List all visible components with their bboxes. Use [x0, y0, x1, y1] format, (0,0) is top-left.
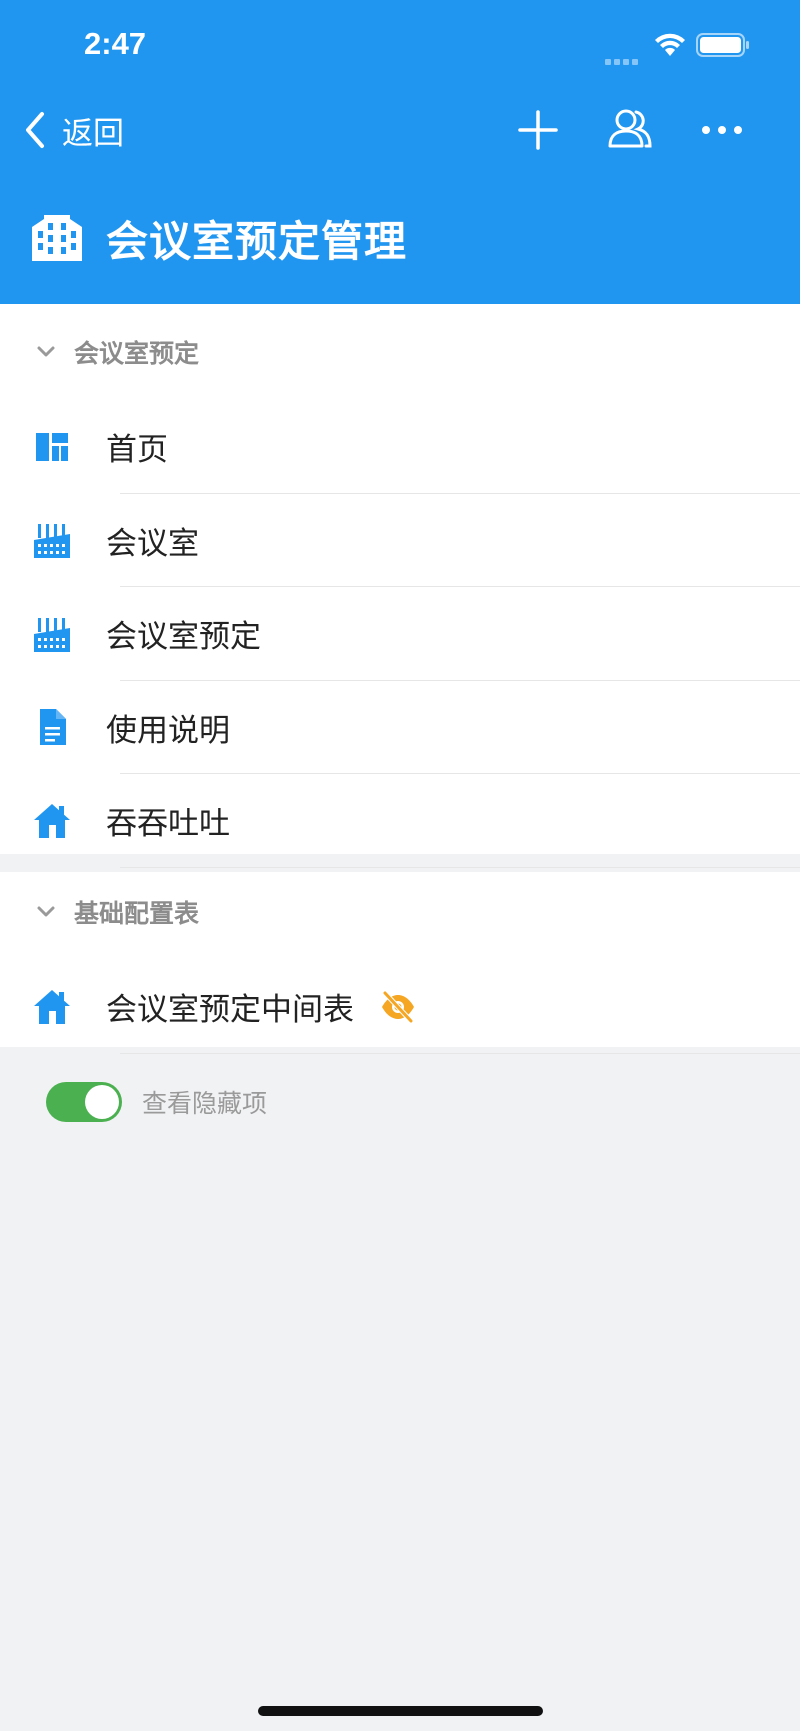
building-icon — [32, 215, 82, 261]
list-item-label: 吞吞吐吐 — [106, 806, 230, 843]
list-item-label: 会议室预定 — [106, 619, 261, 656]
battery-icon — [696, 33, 749, 57]
members-icon[interactable] — [606, 104, 654, 152]
factory-icon — [34, 617, 70, 652]
section-meeting-booking: 会议室预定 首页 会议室 会议室预定 使用说明 吞吞吐吐 — [0, 304, 800, 868]
section-title: 基础配置表 — [74, 899, 200, 928]
list-item-meeting-room[interactable]: 会议室 — [0, 494, 800, 587]
list-item-label: 首页 — [106, 432, 168, 469]
list-item-label: 会议室预定中间表 — [106, 992, 354, 1029]
factory-icon — [34, 524, 70, 559]
list-item-tuntun[interactable]: 吞吞吐吐 — [0, 774, 800, 868]
app-title-row: 会议室预定管理 — [30, 210, 407, 266]
home-icon — [34, 989, 70, 1024]
section-header[interactable]: 会议室预定 — [0, 304, 800, 400]
status-time: 2:47 — [84, 26, 147, 61]
chevron-down-icon — [37, 906, 55, 917]
section-title: 会议室预定 — [74, 339, 200, 368]
app-title: 会议室预定管理 — [106, 216, 408, 266]
divider — [120, 1052, 800, 1054]
document-icon — [40, 709, 66, 746]
show-hidden-toggle[interactable] — [46, 1082, 122, 1122]
dashboard-icon — [36, 432, 68, 461]
plus-icon[interactable] — [516, 108, 560, 152]
section-header[interactable]: 基础配置表 — [0, 864, 800, 960]
toggle-knob — [85, 1085, 119, 1119]
signal-icon — [605, 50, 643, 65]
eye-slash-icon — [382, 990, 414, 1024]
list-item-label: 使用说明 — [106, 712, 230, 749]
home-icon — [34, 803, 70, 838]
toggle-label: 查看隐藏项 — [142, 1089, 268, 1118]
list-item-meeting-booking[interactable]: 会议室预定 — [0, 587, 800, 681]
list-item-label: 会议室 — [106, 525, 199, 562]
chevron-left-icon — [26, 112, 44, 148]
header: 2:47 返回 会议室预定管理 — [0, 0, 800, 304]
back-button[interactable]: 返回 — [22, 108, 124, 152]
section-base-config: 基础配置表 会议室预定中间表 — [0, 872, 800, 1054]
list-item-instructions[interactable]: 使用说明 — [0, 681, 800, 774]
back-label: 返回 — [62, 115, 124, 152]
show-hidden-toggle-row: 查看隐藏项 — [46, 1082, 267, 1122]
home-indicator[interactable] — [258, 1706, 543, 1716]
more-icon[interactable] — [700, 110, 744, 150]
list-item-home[interactable]: 首页 — [0, 400, 800, 494]
list-item-booking-intermediate[interactable]: 会议室预定中间表 — [0, 960, 800, 1054]
wifi-icon — [655, 33, 685, 56]
chevron-down-icon — [37, 346, 55, 357]
